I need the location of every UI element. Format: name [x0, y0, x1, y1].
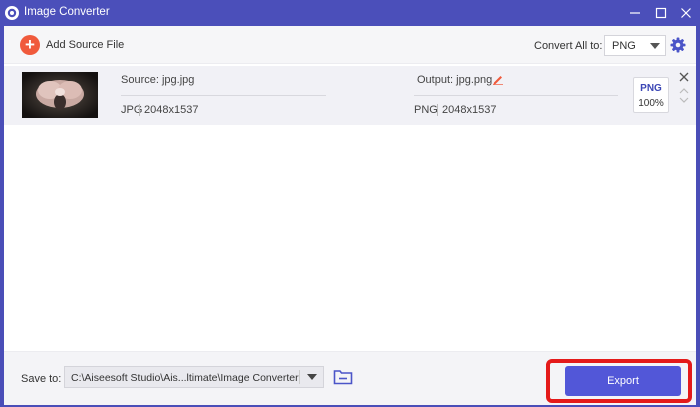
quality-value: 100%	[638, 98, 664, 109]
toolbar: + Add Source File Convert All to: PNG	[4, 26, 696, 64]
source-filename: Source: jpg.jpg	[121, 74, 195, 86]
output-format: PNG	[414, 104, 438, 116]
separator	[437, 104, 438, 116]
title-bar: Image Converter	[0, 0, 700, 26]
save-to-label: Save to:	[21, 373, 62, 385]
maximize-icon	[655, 7, 667, 19]
folder-icon[interactable]	[333, 368, 353, 385]
footer: Save to: C:\Aiseesoft Studio\Ais...ltima…	[4, 351, 696, 405]
separator	[139, 104, 140, 116]
output-filename: Output: jpg.png	[417, 74, 493, 86]
format-badge: PNG	[640, 83, 662, 94]
source-divider	[121, 95, 326, 96]
app-logo-icon	[5, 6, 19, 20]
output-resolution: 2048x1537	[442, 104, 497, 116]
minimize-icon	[630, 12, 640, 14]
separator	[299, 370, 300, 384]
chevron-down-icon[interactable]	[679, 96, 689, 104]
export-button[interactable]: Export	[565, 366, 681, 396]
output-divider	[414, 95, 618, 96]
minimize-button[interactable]	[626, 4, 644, 22]
plus-icon: +	[25, 35, 35, 54]
edit-pencil-icon[interactable]	[492, 73, 504, 85]
save-path-value: C:\Aiseesoft Studio\Ais...ltimate\Image …	[71, 372, 299, 384]
add-source-label[interactable]: Add Source File	[46, 39, 124, 51]
convert-all-value: PNG	[612, 40, 636, 52]
convert-all-label: Convert All to:	[534, 40, 603, 52]
gear-icon[interactable]	[670, 37, 686, 53]
chevron-down-icon	[650, 43, 660, 49]
source-resolution: 2048x1537	[144, 104, 199, 116]
add-source-button[interactable]: +	[20, 35, 40, 55]
remove-file-icon[interactable]	[678, 71, 690, 83]
main-window: + Add Source File Convert All to: PNG So…	[4, 26, 696, 405]
chevron-down-icon	[307, 374, 317, 380]
output-format-button[interactable]: PNG 100%	[633, 77, 669, 113]
close-window-button[interactable]	[677, 4, 695, 22]
chevron-up-icon[interactable]	[679, 87, 689, 95]
window-title: Image Converter	[24, 6, 110, 18]
file-row[interactable]: Source: jpg.jpg JPG 2048x1537 Output: jp…	[4, 66, 696, 125]
maximize-button[interactable]	[652, 4, 670, 22]
save-path-select[interactable]: C:\Aiseesoft Studio\Ais...ltimate\Image …	[64, 366, 324, 388]
convert-all-select[interactable]: PNG	[604, 35, 666, 56]
close-icon	[681, 8, 691, 18]
image-thumbnail	[22, 72, 98, 118]
